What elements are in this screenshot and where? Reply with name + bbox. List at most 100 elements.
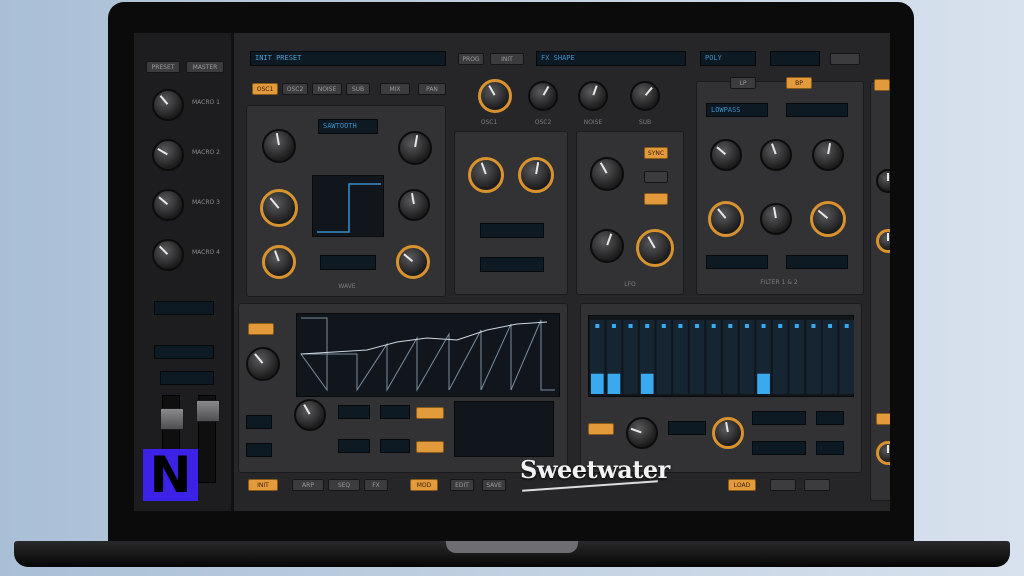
preset-button[interactable]: PRESET <box>146 61 180 73</box>
mix-knob-osc1[interactable] <box>478 79 512 113</box>
seq-step-column[interactable] <box>839 320 854 394</box>
seq-step-bar[interactable] <box>757 373 770 394</box>
macro-knob-2[interactable] <box>152 139 184 171</box>
bottom-save-button[interactable]: SAVE <box>482 479 506 491</box>
seq-steps-display[interactable] <box>752 411 806 425</box>
lfo-mode-button[interactable] <box>644 193 668 205</box>
bottom-mod-button[interactable]: MOD <box>410 479 438 491</box>
mix-knob-sub[interactable] <box>630 81 660 111</box>
env-dest-display[interactable] <box>246 443 272 457</box>
seq-step-column[interactable] <box>789 320 805 394</box>
pan-button[interactable]: PAN <box>418 83 446 95</box>
fx-toggle-button[interactable] <box>874 79 890 91</box>
env-select-button[interactable] <box>248 323 274 335</box>
bottom-arp-button[interactable]: ARP <box>292 479 324 491</box>
seq-octave-display[interactable] <box>816 441 844 455</box>
tab-osc1[interactable]: OSC1 <box>252 83 278 95</box>
mix-button[interactable]: MIX <box>380 83 410 95</box>
env-attack-display[interactable] <box>338 405 370 419</box>
wave-mode-display[interactable] <box>320 255 376 270</box>
bottom-fx-button[interactable]: FX <box>364 479 388 491</box>
bottom-extra-button-2[interactable] <box>804 479 830 491</box>
seq-swing-knob[interactable] <box>712 417 744 449</box>
category-display[interactable]: FX SHAPE <box>536 51 686 66</box>
seq-step-column[interactable] <box>806 320 821 394</box>
osc-pitch-knob[interactable] <box>262 129 296 163</box>
env-decay-display[interactable] <box>380 405 410 419</box>
lfo-phase-knob[interactable] <box>636 229 674 267</box>
global-button[interactable] <box>830 53 860 65</box>
preset-display[interactable]: INIT PRESET <box>250 51 446 66</box>
env-attack-knob[interactable] <box>294 399 326 431</box>
seq-step-column[interactable] <box>689 320 705 394</box>
osc-level-knob[interactable] <box>262 245 296 279</box>
env-retrig-button[interactable] <box>416 441 444 453</box>
tab-sub[interactable]: SUB <box>346 83 370 95</box>
seq-step-bar[interactable] <box>591 373 604 394</box>
init-button[interactable]: INIT <box>490 53 524 65</box>
pitch-fader-cap[interactable] <box>196 400 220 422</box>
seq-step-column[interactable] <box>739 320 755 394</box>
macro-knob-3[interactable] <box>152 189 184 221</box>
filter-lp-button[interactable]: LP <box>730 77 756 89</box>
tab-osc2[interactable]: OSC2 <box>282 83 308 95</box>
fx-toggle-button-2[interactable] <box>876 413 890 425</box>
env-sustain-display[interactable] <box>338 439 370 453</box>
filter-type-display[interactable]: LOWPASS <box>706 103 768 117</box>
seq-direction-display[interactable] <box>752 441 806 455</box>
lfo-depth-knob[interactable] <box>590 229 624 263</box>
master-button[interactable]: MASTER <box>186 61 224 73</box>
lfo-retrig-button[interactable] <box>644 171 668 183</box>
prog-button[interactable]: PROG <box>458 53 484 65</box>
seq-step-column[interactable] <box>706 320 721 394</box>
bottom-load-button[interactable]: LOAD <box>728 479 756 491</box>
seq-step-column[interactable] <box>623 320 638 394</box>
tab-noise[interactable]: NOISE <box>312 83 342 95</box>
volume-fader-cap[interactable] <box>160 408 184 430</box>
bottom-seq-button[interactable]: SEQ <box>328 479 360 491</box>
osc-detune-knob[interactable] <box>398 189 430 221</box>
filter-res-knob[interactable] <box>760 139 792 171</box>
macro-knob-4[interactable] <box>152 239 184 271</box>
osc-spread-knob[interactable] <box>396 245 430 279</box>
unison-voices-knob[interactable] <box>468 157 504 193</box>
mix-knob-osc2[interactable] <box>528 81 558 111</box>
unison-spread-display[interactable] <box>480 257 544 272</box>
filter-cutoff2-knob[interactable] <box>708 201 744 237</box>
filter-res2-knob[interactable] <box>760 203 792 235</box>
seq-length-display[interactable] <box>816 411 844 425</box>
pitch-fader[interactable] <box>196 395 220 483</box>
macro-knob-1[interactable] <box>152 89 184 121</box>
osc-shape-knob[interactable] <box>260 189 298 227</box>
filter-bp-button[interactable]: BP <box>786 77 812 89</box>
seq-gate-display[interactable] <box>668 421 706 435</box>
lfo-rate-knob[interactable] <box>590 157 624 191</box>
filter-cutoff-knob[interactable] <box>710 139 742 171</box>
wave-display[interactable]: SAWTOOTH <box>318 119 378 134</box>
mix-knob-noise[interactable] <box>578 81 608 111</box>
seq-step-column[interactable] <box>656 320 672 394</box>
filter-slope-display[interactable] <box>786 103 848 117</box>
env-source-display[interactable] <box>246 415 272 429</box>
filter-routing-display[interactable] <box>706 255 768 269</box>
seq-mode-button[interactable] <box>588 423 614 435</box>
filter-env-knob[interactable] <box>810 201 846 237</box>
filter-drive-knob[interactable] <box>812 139 844 171</box>
voice-display[interactable]: POLY <box>700 51 756 66</box>
unison-detune-knob[interactable] <box>518 157 554 193</box>
env-amount-knob[interactable] <box>246 347 280 381</box>
osc-fine-knob[interactable] <box>398 131 432 165</box>
seq-step-column[interactable] <box>772 320 788 394</box>
octave-display[interactable] <box>770 51 820 66</box>
env-loop-button[interactable] <box>416 407 444 419</box>
seq-rate-knob[interactable] <box>626 417 658 449</box>
bottom-extra-button-1[interactable] <box>770 479 796 491</box>
bottom-init-button[interactable]: INIT <box>248 479 278 491</box>
filter-balance-display[interactable] <box>786 255 848 269</box>
bottom-edit-button[interactable]: EDIT <box>450 479 474 491</box>
seq-step-bar[interactable] <box>607 373 621 394</box>
seq-step-column[interactable] <box>822 320 838 394</box>
lfo-sync-button[interactable]: SYNC <box>644 147 668 159</box>
seq-step-column[interactable] <box>723 320 738 394</box>
env-release-display[interactable] <box>380 439 410 453</box>
